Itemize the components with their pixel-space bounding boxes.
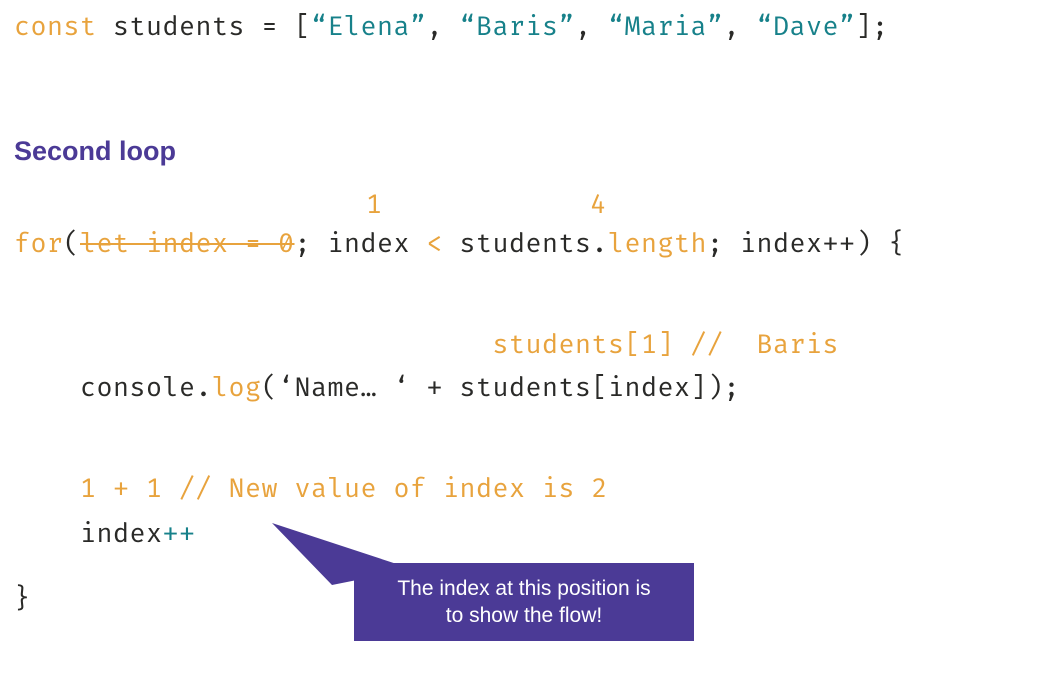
keyword-for: for — [14, 228, 64, 260]
struck-init: let index = 0 — [80, 228, 295, 260]
callout-box: The index at this position is to show th… — [354, 563, 694, 642]
str-baris: “Baris” — [460, 11, 576, 43]
log-fn: log — [212, 372, 262, 404]
var-students: students — [113, 11, 245, 43]
annot-one: 1 — [366, 189, 382, 221]
log-arg: students[index] — [460, 372, 708, 404]
annot-students-1: students[1] // Baris — [14, 326, 1041, 365]
log-string: ‘Name… ‘ — [278, 372, 410, 404]
console-log-line: console.log(‘Name… ‘ + students[index]); — [14, 369, 1041, 408]
for-line: for(let index = 0; index < students.leng… — [14, 225, 1041, 264]
for-increment: index++ — [740, 228, 856, 260]
inc-var: index — [80, 518, 163, 550]
cond-rhs-obj: students — [460, 228, 592, 260]
keyword-const: const — [14, 11, 97, 43]
annot-four: 4 — [590, 189, 606, 221]
declaration-line: const students = [“Elena”, “Baris”, “Mar… — [14, 8, 1041, 47]
callout-line-1: The index at this position is — [397, 577, 650, 600]
annot-new-value: 1 + 1 // New value of index is 2 — [14, 470, 1041, 509]
str-maria: “Maria” — [608, 11, 724, 43]
callout: The index at this position is to show th… — [354, 563, 694, 642]
str-elena: “Elena” — [311, 11, 427, 43]
index-increment-line: index++ — [14, 515, 1041, 554]
loop-value-annotations: 1 4 — [14, 186, 1041, 225]
section-heading: Second loop — [14, 131, 1041, 172]
cond-rhs-length: length — [608, 228, 707, 260]
console-obj: console — [80, 372, 196, 404]
str-dave: “Dave” — [757, 11, 856, 43]
cond-lhs: index — [328, 228, 411, 260]
lt-op: < — [410, 228, 460, 260]
callout-line-2: to show the flow! — [446, 604, 602, 627]
inc-op: ++ — [163, 518, 196, 550]
